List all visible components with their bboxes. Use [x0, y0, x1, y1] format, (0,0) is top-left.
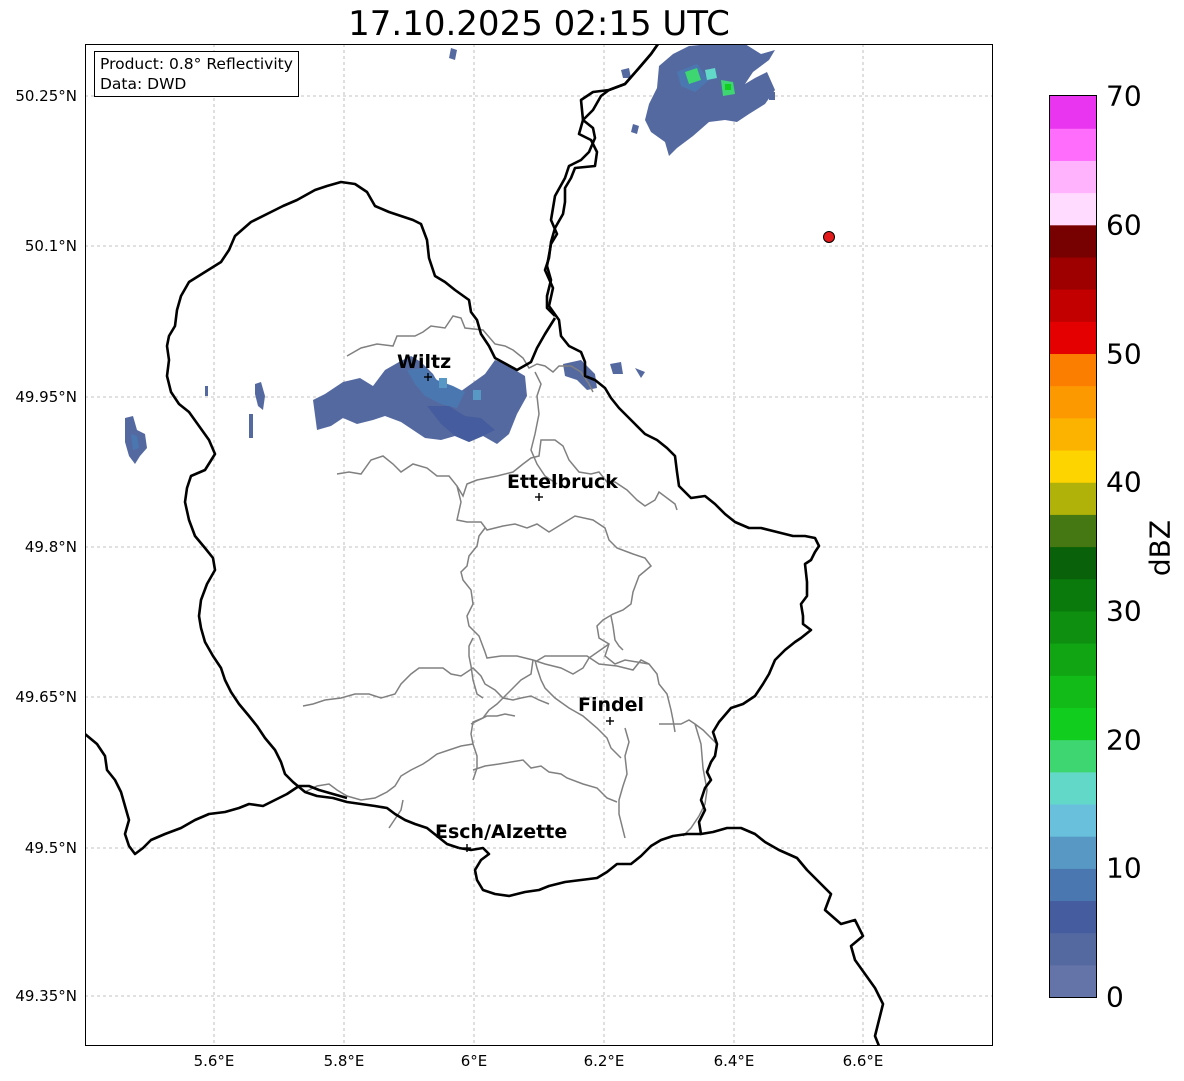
colorbar-segment [1050, 514, 1096, 548]
lon-label: 5.8°E [323, 1052, 365, 1070]
colorbar-segment [1050, 353, 1096, 387]
lat-label: 50.1°N [24, 237, 77, 255]
colorbar-tick: 10 [1106, 851, 1142, 885]
city-label-ettelbruck: Ettelbruck [507, 471, 618, 493]
lat-label: 50.25°N [15, 87, 77, 105]
city-label-esch: Esch/Alzette [435, 821, 567, 843]
colorbar-segment [1050, 932, 1096, 966]
lon-label: 6°E [460, 1052, 488, 1070]
colorbar-segment [1050, 707, 1096, 741]
colorbar-segment [1050, 643, 1096, 676]
colorbar-segment [1050, 321, 1096, 355]
colorbar-segment [1050, 868, 1096, 902]
colorbar [1049, 95, 1097, 998]
colorbar-segment [1050, 675, 1096, 708]
lat-label: 49.5°N [24, 839, 77, 857]
colorbar-tick: 30 [1106, 594, 1142, 628]
lon-label: 6.2°E [583, 1052, 625, 1070]
colorbar-segment [1050, 385, 1096, 419]
city-markers [424, 373, 614, 852]
city-label-findel: Findel [578, 694, 644, 716]
colorbar-segment [1050, 289, 1096, 322]
lat-label: 49.8°N [24, 538, 77, 556]
colorbar-segment [1050, 578, 1096, 612]
map-title: 17.10.2025 02:15 UTC [348, 4, 730, 44]
colorbar-tick: 20 [1106, 723, 1142, 757]
radar-echo-northeast [645, 44, 775, 156]
colorbar-segment [1050, 449, 1096, 483]
colorbar-tick: 0 [1106, 980, 1124, 1014]
colorbar-segment [1050, 417, 1096, 451]
product-label: Product: 0.8° Reflectivity [100, 55, 293, 73]
product-info-box: Product: 0.8° Reflectivity Data: DWD [94, 51, 299, 97]
colorbar-segment [1050, 192, 1096, 226]
lat-label: 49.35°N [15, 987, 77, 1005]
colorbar-segment [1050, 224, 1096, 258]
colorbar-segment [1050, 771, 1096, 805]
lat-label: 49.95°N [15, 388, 77, 406]
city-label-wiltz: Wiltz [397, 351, 451, 373]
colorbar-segment [1050, 128, 1096, 161]
plot-frame [85, 44, 993, 1046]
radar-echoes [125, 44, 775, 464]
colorbar-segment [1050, 482, 1096, 515]
lat-label: 49.65°N [15, 688, 77, 706]
location-marker [823, 231, 835, 243]
grid-lines [85, 44, 993, 1046]
colorbar-segment [1050, 610, 1096, 644]
colorbar-tick: 40 [1106, 465, 1142, 499]
colorbar-segment [1050, 803, 1096, 837]
data-source-label: Data: DWD [100, 75, 187, 93]
colorbar-tick: 70 [1106, 79, 1142, 113]
map-plot-area: Wiltz Ettelbruck Findel Esch/Alzette [85, 44, 993, 1046]
colorbar-tick: 60 [1106, 208, 1142, 242]
colorbar-segment [1050, 900, 1096, 934]
colorbar-segment [1050, 160, 1096, 194]
colorbar-tick: 50 [1106, 337, 1142, 371]
colorbar-segment [1050, 964, 1096, 998]
colorbar-segment [1050, 546, 1096, 580]
colorbar-segment [1050, 256, 1096, 290]
lon-label: 5.6°E [193, 1052, 235, 1070]
country-borders [85, 44, 885, 1046]
colorbar-unit-label: dBZ [1143, 519, 1177, 577]
lon-label: 6.6°E [842, 1052, 884, 1070]
colorbar-segment [1050, 96, 1096, 129]
colorbar-segment [1050, 836, 1096, 869]
lon-label: 6.4°E [713, 1052, 755, 1070]
colorbar-segment [1050, 739, 1096, 773]
